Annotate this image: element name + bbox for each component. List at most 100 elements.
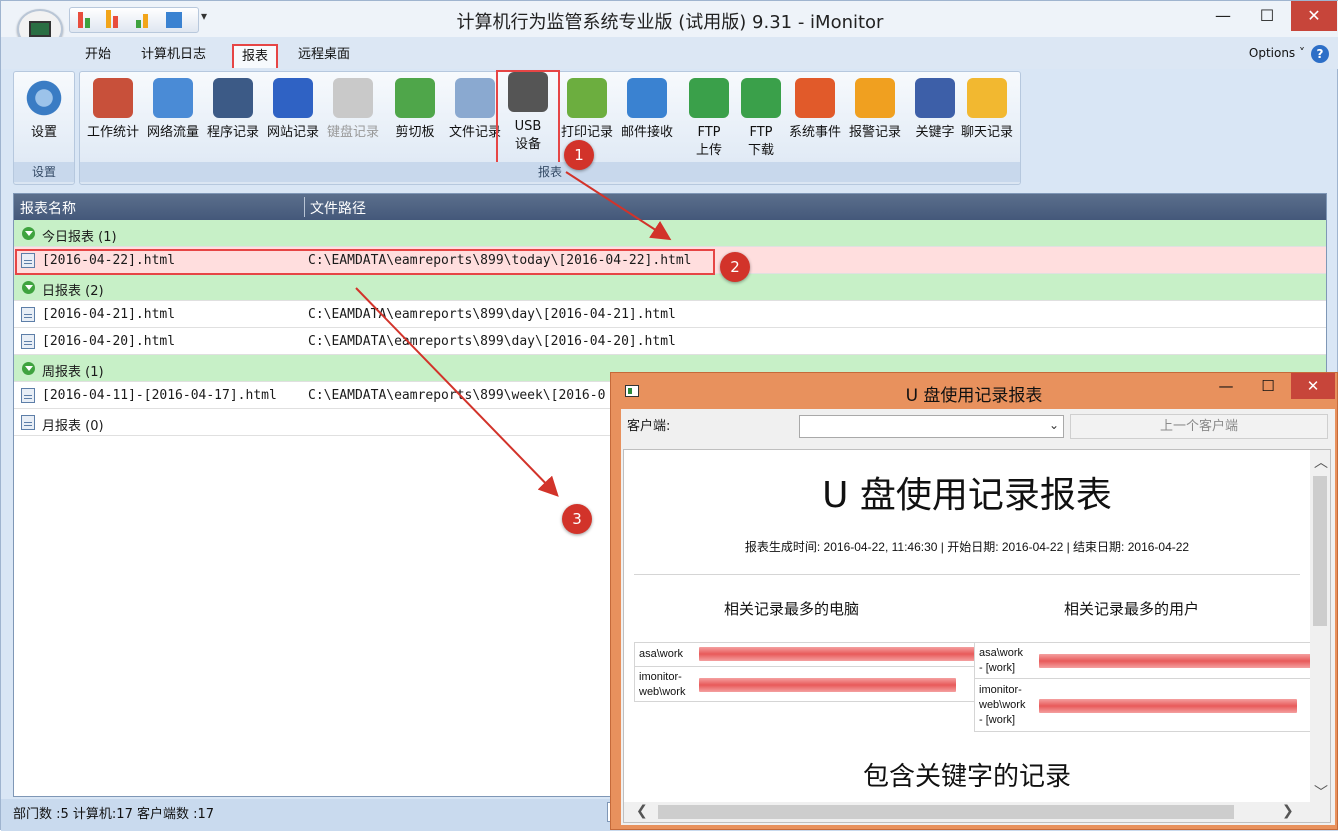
scroll-down-icon[interactable]: ﹀ [1314, 782, 1328, 802]
annotation-badge: 1 [564, 140, 594, 170]
bar [1039, 654, 1311, 668]
reports-group-label: 报表 [80, 162, 1020, 182]
horizontal-scrollbar[interactable]: ❮ ❯ [624, 802, 1330, 822]
ribbon-button-5[interactable]: 键盘记录 [324, 78, 382, 168]
vertical-scrollbar[interactable]: ︿ ﹀ [1310, 450, 1330, 802]
collapse-icon[interactable] [22, 362, 35, 375]
ribbon-button-13[interactable]: 系统事件 [786, 78, 844, 168]
help-icon[interactable]: ? [1311, 45, 1329, 63]
column-header-path[interactable]: 文件路径 [310, 198, 366, 218]
highlight-box [15, 249, 715, 275]
file-document-icon [455, 78, 495, 118]
report-name: 月报表 (0) [42, 419, 104, 434]
ribbon-button-6[interactable]: 剪切板 [386, 78, 444, 168]
printer-icon [567, 78, 607, 118]
upload-arrow-icon [689, 78, 729, 118]
collapse-icon[interactable] [22, 227, 35, 240]
group-title: 今日报表 (1) [42, 230, 117, 245]
bar [699, 678, 956, 692]
scroll-thumb[interactable] [1313, 476, 1327, 626]
ribbon-button-label: 剪切板 [395, 125, 435, 140]
ribbon-button-label: FTP 下载 [747, 125, 774, 158]
prev-client-button[interactable]: 上一个客户端 [1070, 414, 1328, 439]
table-row[interactable]: [2016-04-20].html C:\EAMDATA\eamreports\… [14, 328, 1326, 355]
column-header-name[interactable]: 报表名称 [20, 198, 76, 218]
table-row[interactable]: [2016-04-21].html C:\EAMDATA\eamreports\… [14, 301, 1326, 328]
ribbon-button-label: USB 设备 [514, 119, 542, 152]
scroll-right-icon[interactable]: ❯ [1282, 803, 1294, 819]
chevron-down-icon: ⌄ [1048, 418, 1059, 432]
ribbon-button-2[interactable]: 网络流量 [144, 78, 202, 168]
keyboard-icon [333, 78, 373, 118]
group-row-daily[interactable]: 日报表 (2) [14, 274, 1326, 301]
report-view[interactable]: U 盘使用记录报表 报表生成时间: 2016-04-22, 11:46:30 |… [623, 449, 1331, 823]
ribbon-button-14[interactable]: 报警记录 [846, 78, 904, 168]
table-row: asa\work - [work] [975, 643, 1313, 679]
gear-icon [24, 78, 64, 118]
ribbon-button-12[interactable]: FTP 下载 [732, 78, 790, 168]
dialog-minimize-button[interactable]: — [1205, 373, 1247, 399]
download-arrow-icon [741, 78, 781, 118]
maximize-button[interactable]: ☐ [1245, 1, 1289, 31]
ribbon: 设置 设置 工作统计 网络流量 程序记录 网站记录 键盘记录 剪切板 文件记录 USB 设备打… [11, 69, 1023, 187]
tab-reports[interactable]: 报表 [232, 44, 279, 68]
report-title: U 盘使用记录报表 [822, 475, 1112, 516]
close-button[interactable]: ✕ [1291, 1, 1337, 31]
usb-drive-icon [508, 72, 548, 112]
warning-triangle-icon [855, 78, 895, 118]
collapse-icon[interactable] [22, 281, 35, 294]
report-name: [2016-04-21].html [42, 307, 176, 322]
scroll-up-icon[interactable]: ︿ [1314, 452, 1328, 472]
window-title: 计算机行为监管系统专业版 (试用版) 9.31 - iMonitor [456, 12, 884, 33]
ribbon-button-10[interactable]: 邮件接收 [618, 78, 676, 168]
title-bar: ▾ 计算机行为监管系统专业版 (试用版) 9.31 - iMonitor — ☐… [1, 1, 1338, 49]
ribbon-button-label: 聊天记录 [960, 125, 1013, 140]
dialog-maximize-button[interactable]: ☐ [1247, 373, 1289, 399]
bar [699, 647, 975, 661]
ribbon-button-3[interactable]: 程序记录 [204, 78, 262, 168]
client-select[interactable]: ⌄ [799, 415, 1064, 438]
group-row-today[interactable]: 今日报表 (1) [14, 220, 1326, 247]
ribbon-button-8[interactable]: USB 设备 [496, 70, 560, 168]
ribbon-button-1[interactable]: 工作统计 [84, 78, 142, 168]
section-top-computers: 相关记录最多的电脑 [724, 600, 860, 618]
ribbon-button-label: 报警记录 [848, 125, 901, 140]
tab-remote-desktop[interactable]: 远程桌面 [290, 44, 358, 68]
users-table: asa\work - [work] imonitor- web\work - [… [974, 642, 1314, 732]
options-menu[interactable]: Options ˅ [1249, 46, 1305, 60]
dialog-title-bar: U 盘使用记录报表 — ☐ ✕ [611, 373, 1337, 409]
dialog-close-button[interactable]: ✕ [1291, 373, 1335, 399]
report-name: [2016-04-20].html [42, 334, 176, 349]
ribbon-button-15[interactable]: 关键字 [906, 78, 964, 168]
scroll-thumb[interactable] [658, 805, 1234, 819]
ribbon-button-label: 关键字 [915, 125, 955, 140]
usb-report-dialog: U 盘使用记录报表 — ☐ ✕ 客户端: ⌄ 上一个客户端 U 盘使用记录报表 … [610, 372, 1338, 830]
tab-start[interactable]: 开始 [77, 44, 119, 68]
row-label: imonitor- web\work [639, 671, 686, 698]
globe-icon [273, 78, 313, 118]
table-row: imonitor- web\work - [work] [975, 679, 1313, 733]
ribbon-button-label: 打印记录 [560, 125, 613, 140]
report-path: C:\EAMDATA\eamreports\899\week\[2016-0 [308, 388, 606, 403]
settings-label: 设置 [30, 125, 57, 140]
bar [1039, 699, 1297, 713]
table-row: asa\work [635, 643, 975, 667]
scroll-left-icon[interactable]: ❮ [636, 803, 648, 819]
report-name: [2016-04-11]-[2016-04-17].html [42, 388, 277, 403]
minimize-button[interactable]: — [1201, 1, 1245, 31]
settings-button[interactable]: 设置 [14, 78, 74, 168]
file-icon [21, 388, 35, 403]
ribbon-button-label: 邮件接收 [620, 125, 673, 140]
table-header: 报表名称 文件路径 [14, 194, 1326, 220]
ribbon-button-4[interactable]: 网站记录 [264, 78, 322, 168]
ribbon-button-label: 程序记录 [206, 125, 259, 140]
group-title: 日报表 (2) [42, 284, 104, 299]
annotation-badge: 2 [720, 252, 750, 282]
group-title: 周报表 (1) [42, 365, 104, 380]
dialog-body: 客户端: ⌄ 上一个客户端 U 盘使用记录报表 报表生成时间: 2016-04-… [621, 409, 1335, 825]
tab-computer-log[interactable]: 计算机日志 [133, 44, 214, 68]
console-window-icon [213, 78, 253, 118]
ribbon-button-label: 系统事件 [788, 125, 841, 140]
ribbon-button-16[interactable]: 聊天记录 [958, 78, 1016, 168]
ribbon-button-11[interactable]: FTP 上传 [680, 78, 738, 168]
